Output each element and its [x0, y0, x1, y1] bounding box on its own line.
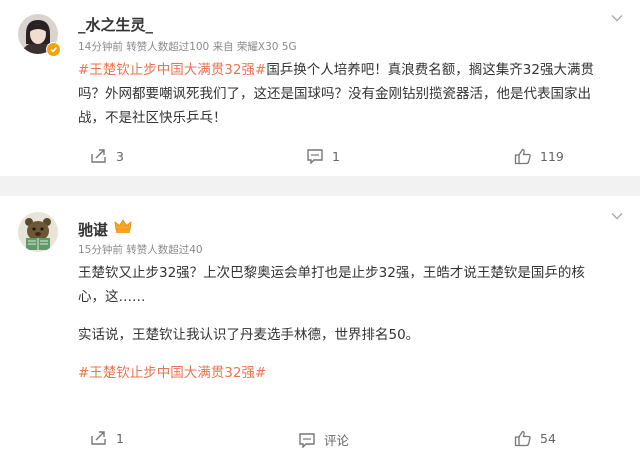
repost-button[interactable]: 1	[90, 430, 124, 446]
comment-icon	[307, 149, 323, 164]
post-body: #王楚钦止步中国大满贯32强#国乒换个人培养吧！真浪费名额，搁这集齐32强大满贯…	[78, 58, 628, 130]
post-meta: 15分钟前 转赞人数超过40	[78, 244, 203, 256]
post-text-line: 王楚钦又止步32强？上次巴黎奥运会单打也是止步32强，王皓才说王楚钦是国乒的核	[78, 265, 585, 281]
like-button[interactable]: 54	[514, 430, 556, 447]
thumbs-up-icon	[514, 430, 531, 447]
like-count: 54	[540, 431, 556, 446]
like-button[interactable]: 119	[514, 148, 564, 165]
post-text-line: 吗？外网都要嘲讽死我们了，这还是国球吗？没有金刚钻别揽瓷器活，他是代表国家出	[78, 86, 591, 102]
avatar[interactable]	[18, 212, 58, 252]
chevron-down-icon[interactable]	[610, 10, 624, 24]
comment-count: 1	[332, 148, 340, 164]
hashtag-link[interactable]: #王楚钦止步中国大满贯32强#	[78, 365, 266, 381]
username[interactable]: _水之生灵_	[78, 14, 153, 35]
crown-icon	[114, 218, 132, 238]
repost-count: 3	[116, 148, 124, 164]
verified-badge-icon	[46, 42, 61, 57]
hashtag-link[interactable]: #王楚钦止步中国大满贯32强#	[78, 62, 266, 78]
repost-count: 1	[116, 430, 124, 446]
post-text-line: 实话说，王楚钦让我认识了丹麦选手林德，世界排名50。	[78, 327, 420, 343]
post-body: 王楚钦又止步32强？上次巴黎奥运会单打也是止步32强，王皓才说王楚钦是国乒的核 …	[78, 261, 628, 385]
username[interactable]: 驰谌	[78, 219, 108, 240]
like-count: 119	[540, 149, 564, 164]
post-text-line: 战，不是社区快乐乒乓！	[78, 110, 227, 126]
post-meta: 14分钟前 转赞人数超过100 来自 荣耀X30 5G	[78, 41, 297, 53]
weibo-post-1: _水之生灵_ 14分钟前 转赞人数超过100 来自 荣耀X30 5G #王楚钦止…	[0, 0, 640, 176]
post-text-line: 心，这……	[78, 289, 146, 305]
weibo-post-2: 驰谌 15分钟前 转赞人数超过40 王楚钦又止步32强？上次巴黎奥运会单打也是止…	[0, 196, 640, 456]
comment-button[interactable]: 评论	[298, 430, 349, 449]
thumbs-up-icon	[514, 148, 531, 165]
comment-button[interactable]: 1	[306, 148, 340, 164]
chevron-down-icon[interactable]	[610, 208, 624, 222]
repost-icon	[91, 149, 106, 163]
post-text-line: 国乒换个人培养吧！真浪费名额，搁这集齐32强大满贯	[266, 62, 594, 78]
comment-label: 评论	[324, 433, 350, 448]
post-divider	[0, 176, 640, 196]
repost-button[interactable]: 3	[90, 148, 124, 164]
repost-icon	[91, 431, 106, 445]
comment-icon	[299, 432, 315, 448]
